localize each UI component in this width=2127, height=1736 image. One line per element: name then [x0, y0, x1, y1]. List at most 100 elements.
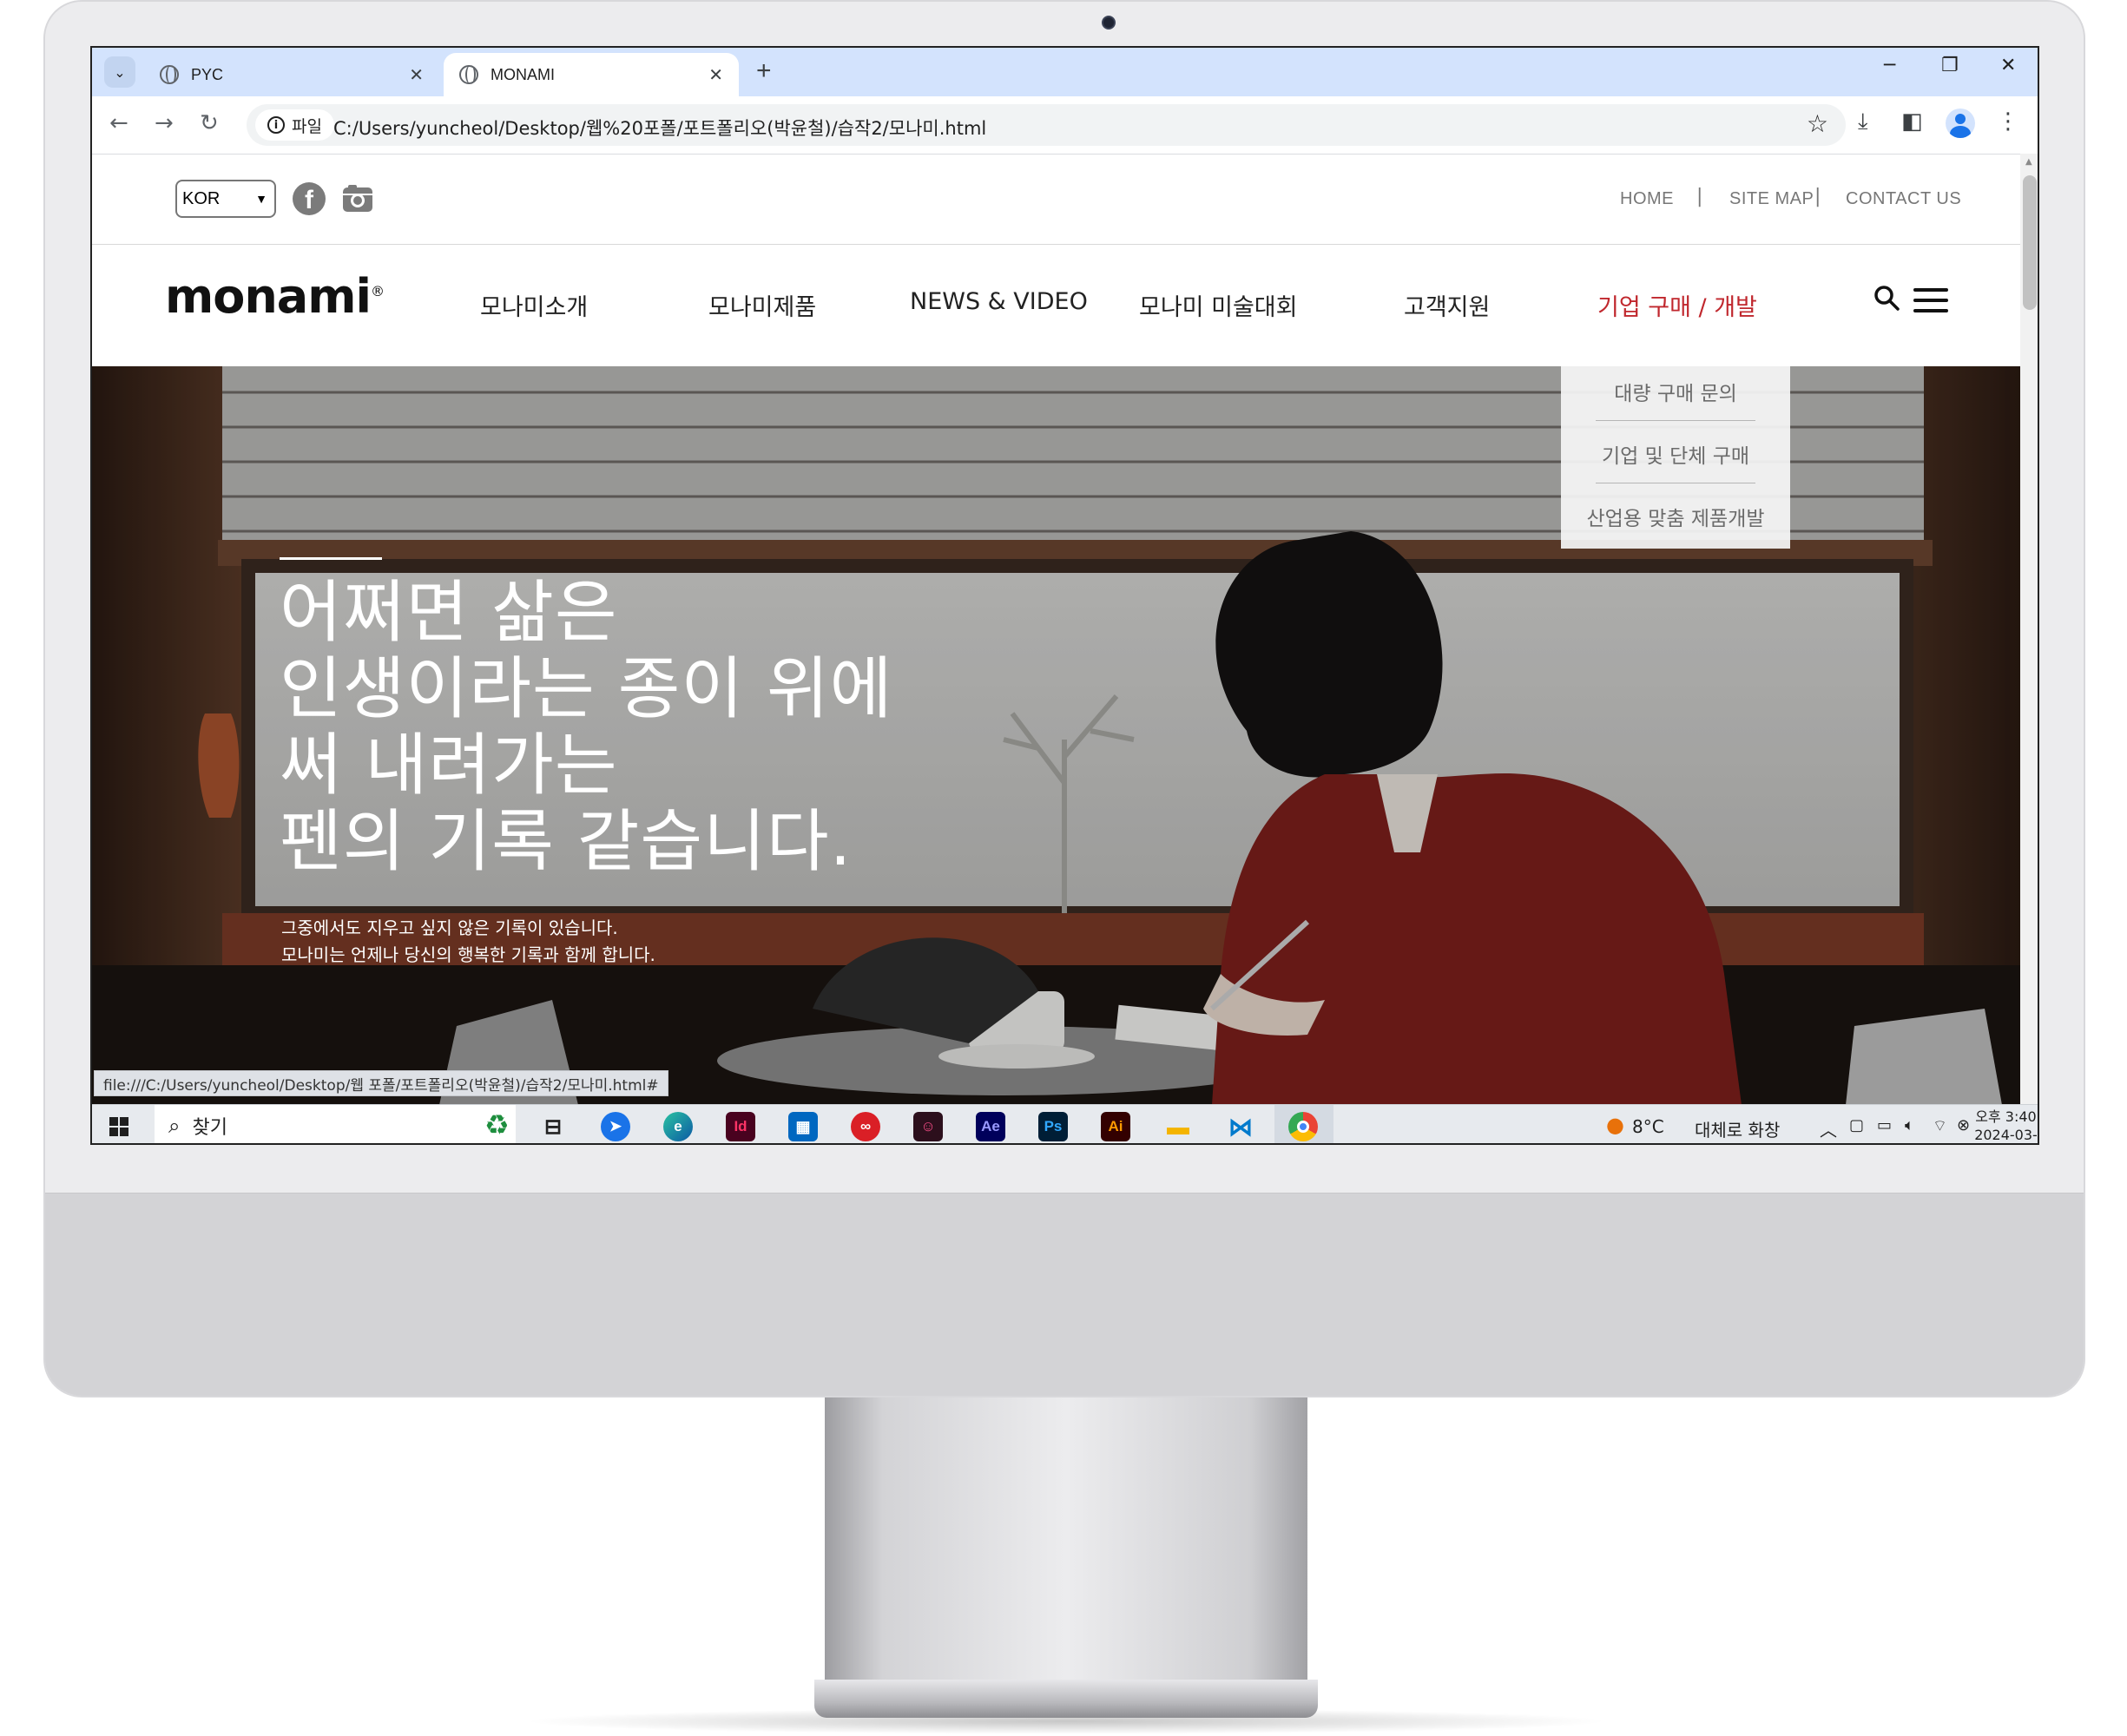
hero-title-line: 펜의 기록 같습니다.	[280, 803, 853, 881]
new-tab-button[interactable]: +	[756, 56, 772, 86]
illustrator-icon[interactable]: Ai	[1101, 1112, 1130, 1141]
bookmark-star-icon[interactable]: ☆	[1807, 109, 1828, 138]
dropdown-item-bulk-inquiry[interactable]: 대량 구매 문의	[1561, 377, 1790, 406]
nav-corporate-purchase[interactable]: 기업 구매 / 개발	[1597, 288, 1757, 322]
hero-title-line: 인생이라는 종이 위에	[280, 650, 893, 728]
logo-text: monami	[165, 269, 372, 324]
dropdown-item-corporate-group[interactable]: 기업 및 단체 구매	[1561, 439, 1790, 469]
site-info-label: 파일	[292, 116, 322, 136]
file-explorer-icon[interactable]: ▬	[1163, 1112, 1193, 1141]
close-icon[interactable]: ✕	[409, 64, 424, 86]
side-panel-icon[interactable]: ◧	[1901, 108, 1923, 135]
nav-art-contest[interactable]: 모나미 미술대회	[1139, 288, 1297, 322]
hero-title-line: 써 내려가는	[280, 727, 618, 805]
hero-subtitle: 그중에서도 지우고 싶지 않은 기록이 있습니다. 모나미는 언제나 당신의 행…	[281, 915, 655, 969]
globe-icon	[160, 65, 179, 84]
home-link[interactable]: HOME	[1620, 189, 1674, 209]
nav-about[interactable]: 모나미소개	[480, 288, 588, 322]
tab-pyc[interactable]: PYC ✕	[144, 53, 439, 96]
monitor-stand-foot	[814, 1680, 1318, 1718]
webcam	[1102, 16, 1116, 30]
globe-icon	[459, 65, 478, 84]
windows-start-icon[interactable]	[109, 1117, 128, 1136]
scrollbar-thumb[interactable]	[2023, 175, 2037, 310]
contact-us-link[interactable]: CONTACT US	[1846, 189, 1961, 209]
chevron-up-icon[interactable]: ︿	[1820, 1116, 1837, 1141]
url-text[interactable]: C:/Users/yuncheol/Desktop/웹%20포폴/포트폴리오(박…	[333, 115, 986, 141]
clock-time: 오후 3:40	[1975, 1108, 2037, 1125]
chrome-icon[interactable]	[1288, 1112, 1318, 1141]
meet-icon[interactable]: ▢	[1849, 1116, 1864, 1134]
logo-registered-mark: ®	[371, 283, 385, 299]
util-separator: |	[1814, 186, 1821, 207]
taskbar-search-box[interactable]: ⌕ 찾기 ♻	[155, 1105, 516, 1143]
taskbar-clock[interactable]: 오후 3:40 2024-03-20	[1974, 1108, 2038, 1143]
hero-subtitle-line: 모나미는 언제나 당신의 행복한 기록과 함께 합니다.	[281, 944, 655, 965]
after-effects-icon[interactable]: Ae	[976, 1112, 1005, 1141]
monitor-chin	[45, 1193, 2084, 1396]
edge-icon[interactable]: e	[663, 1112, 693, 1141]
more-menu-icon[interactable]: ⋮	[1997, 108, 2019, 135]
tab-title: MONAMI	[491, 65, 555, 83]
language-value: KOR	[182, 188, 221, 208]
language-select[interactable]: KOR ▼	[175, 180, 276, 218]
battery-icon[interactable]: ▭	[1877, 1116, 1892, 1134]
taskbar-search-label: 찾기	[192, 1117, 227, 1139]
nav-products[interactable]: 모나미제품	[708, 288, 816, 322]
search-icon[interactable]	[1872, 283, 1901, 312]
dropdown-item-industrial-custom[interactable]: 산업용 맞춤 제품개발	[1561, 502, 1790, 531]
minimize-icon[interactable]: ─	[1884, 55, 1895, 76]
search-icon: ⌕	[168, 1114, 181, 1138]
weather-temp[interactable]: 8°C	[1632, 1116, 1664, 1137]
creative-cloud-icon[interactable]: ∞	[851, 1112, 880, 1141]
instagram-icon[interactable]	[341, 182, 374, 215]
monitor-stand	[825, 1397, 1307, 1684]
utility-bar: KOR ▼ f HOME | SITE MAP | CONTACT US	[92, 155, 2020, 245]
browser-toolbar: ← → ↻ i 파일 C:/Users/yuncheol/Desktop/웹%2…	[92, 96, 2038, 154]
forward-icon[interactable]: →	[155, 110, 174, 136]
close-icon[interactable]: ✕	[708, 64, 723, 86]
screen: ⌄ PYC ✕ MONAMI ✕ + ─ ❐ ✕ ← → ↻ i 파일 C:/U…	[90, 46, 2039, 1145]
profile-avatar[interactable]	[1946, 108, 1975, 138]
weather-icon[interactable]: ●	[1606, 1113, 1624, 1137]
download-icon[interactable]: ⤓	[1858, 108, 1868, 135]
tab-search-button[interactable]: ⌄	[104, 56, 135, 88]
sitemap-link[interactable]: SITE MAP	[1729, 189, 1814, 209]
character-animator-icon[interactable]: ☺	[913, 1112, 943, 1141]
hero-title: 어쩌면 삶은 인생이라는 종이 위에 써 내려가는 펜의 기록 같습니다.	[280, 575, 892, 880]
weather-desc[interactable]: 대체로 화창	[1695, 1116, 1780, 1141]
hero-title-line: 어쩌면 삶은	[280, 574, 618, 652]
info-icon: i	[267, 116, 285, 134]
util-separator: |	[1696, 186, 1703, 207]
scroll-up-icon[interactable]: ▲	[2025, 157, 2032, 167]
hero-accent-line	[280, 557, 382, 560]
indesign-icon[interactable]: Id	[726, 1112, 755, 1141]
chevron-down-icon: ▼	[255, 192, 267, 206]
clock-date: 2024-03-20	[1974, 1127, 2038, 1143]
site-info-chip[interactable]: i 파일	[255, 109, 334, 141]
restore-icon[interactable]: ❐	[1941, 55, 1959, 76]
wifi-icon[interactable]: ⌔	[1933, 1116, 1947, 1136]
reload-icon[interactable]: ↻	[200, 110, 219, 136]
browser-tab-bar: ⌄ PYC ✕ MONAMI ✕ + ─ ❐ ✕	[92, 48, 2038, 96]
vscode-icon[interactable]: ⋈	[1226, 1112, 1255, 1141]
nav-customer-support[interactable]: 고객지원	[1404, 288, 1490, 322]
photoshop-icon[interactable]: Ps	[1038, 1112, 1068, 1141]
pinned-app-icon[interactable]: ➤	[601, 1112, 630, 1141]
microsoft-store-icon[interactable]: ▦	[788, 1112, 818, 1141]
network-error-icon[interactable]: ⊗	[1957, 1116, 1970, 1134]
page-scrollbar[interactable]: ▲	[2020, 154, 2038, 1104]
close-window-icon[interactable]: ✕	[2000, 55, 2016, 76]
address-bar[interactable]: i 파일 C:/Users/yuncheol/Desktop/웹%20포폴/포트…	[247, 104, 1846, 146]
monami-logo[interactable]: monami®	[165, 269, 385, 324]
main-navigation: monami® 모나미소개 모나미제품 NEWS & VIDEO 모나미 미술대…	[92, 245, 2020, 366]
back-icon[interactable]: ←	[109, 110, 128, 136]
nav-news-video[interactable]: NEWS & VIDEO	[910, 288, 1088, 315]
windows-taskbar: ⌕ 찾기 ♻ ⊟ ➤ e Id ▦ ∞ ☺ Ae Ps Ai ▬ ⋈ ● 8°C…	[92, 1104, 2038, 1143]
hamburger-menu-icon[interactable]	[1913, 288, 1948, 312]
facebook-icon[interactable]: f	[293, 182, 326, 215]
task-view-icon[interactable]: ⊟	[538, 1112, 568, 1141]
volume-icon[interactable]: 🔈︎	[1905, 1116, 1914, 1134]
page-viewport: KOR ▼ f HOME | SITE MAP | CONTACT US mon…	[92, 154, 2020, 1104]
tab-monami[interactable]: MONAMI ✕	[444, 53, 739, 96]
